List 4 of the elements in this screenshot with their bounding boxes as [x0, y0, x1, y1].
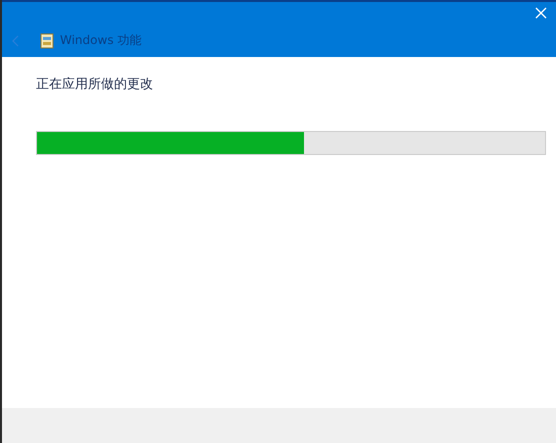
close-icon	[535, 7, 547, 19]
window-title: Windows 功能	[60, 32, 142, 49]
status-heading: 正在应用所做的更改	[36, 76, 154, 93]
window-features-icon	[40, 32, 54, 48]
